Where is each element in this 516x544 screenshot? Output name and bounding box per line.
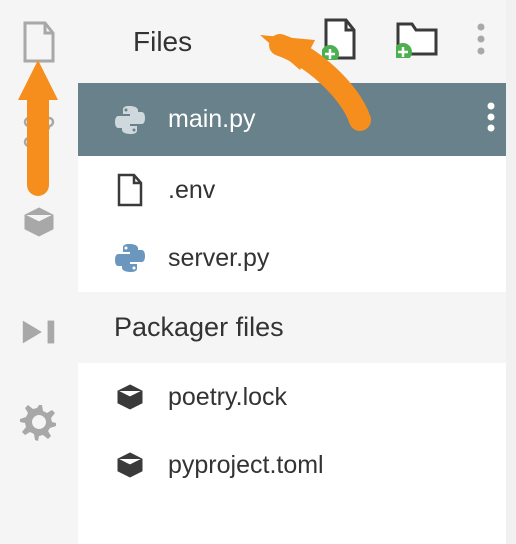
new-file-button[interactable]	[322, 18, 360, 65]
version-control-icon[interactable]	[19, 112, 59, 152]
file-row[interactable]: .env	[78, 156, 516, 224]
file-row[interactable]: main.py	[78, 83, 516, 156]
file-label: .env	[168, 176, 215, 205]
file-list: main.py .env	[78, 83, 516, 544]
files-tab-icon[interactable]	[19, 22, 59, 62]
right-edge	[506, 0, 516, 544]
sidebar	[0, 0, 78, 544]
file-label: pyproject.toml	[168, 451, 324, 480]
more-menu-icon[interactable]	[476, 22, 486, 61]
file-row[interactable]: poetry.lock	[78, 363, 516, 431]
file-icon	[114, 174, 146, 206]
file-label: server.py	[168, 244, 269, 273]
file-label: poetry.lock	[168, 383, 287, 412]
package-icon	[114, 449, 146, 481]
python-icon	[114, 242, 146, 274]
run-icon[interactable]	[19, 312, 59, 352]
file-row[interactable]: pyproject.toml	[78, 431, 516, 499]
header-actions	[322, 18, 486, 65]
new-folder-button[interactable]	[396, 20, 440, 63]
file-row[interactable]: server.py	[78, 224, 516, 292]
package-icon	[114, 381, 146, 413]
main-panel: Files	[78, 0, 516, 544]
packages-icon[interactable]	[19, 202, 59, 242]
file-more-icon[interactable]	[486, 101, 496, 138]
python-icon	[114, 104, 146, 136]
settings-icon[interactable]	[19, 402, 59, 442]
file-label: main.py	[168, 105, 256, 134]
section-header: Packager files	[78, 292, 516, 363]
files-header: Files	[78, 0, 516, 83]
panel-title: Files	[133, 26, 192, 58]
